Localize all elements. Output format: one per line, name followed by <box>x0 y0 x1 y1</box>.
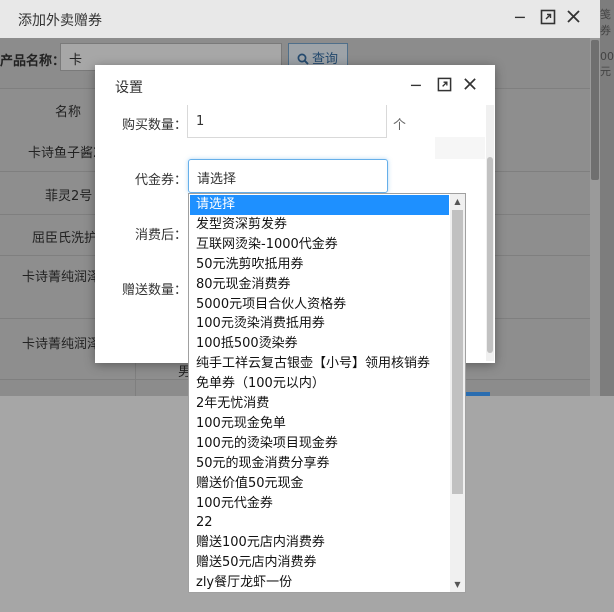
dropdown-option[interactable]: 100元烫染消费抵用券 <box>190 314 449 334</box>
search-icon <box>297 53 309 65</box>
dropdown-option[interactable]: 免单券（100元以内） <box>190 374 449 394</box>
row-name: 卡诗鱼子酱2 <box>28 146 102 161</box>
quantity-unit: 个 <box>393 118 407 133</box>
voucher-select[interactable]: 请选择 <box>188 159 388 193</box>
scroll-down-icon[interactable]: ▼ <box>450 577 465 592</box>
dropdown-option[interactable]: zly餐厅龙虾一份 <box>190 573 449 592</box>
quantity-label: 购买数量： <box>121 118 187 133</box>
dropdown-option[interactable]: 赠送价值50元现金 <box>190 474 449 494</box>
dropdown-option[interactable]: 100元代金券 <box>190 494 449 514</box>
edge-text-mid: 00元 <box>600 50 614 78</box>
row-name: 屈臣氏洗护 <box>32 231 98 246</box>
dialog-minimize-icon[interactable]: ─ <box>411 77 421 95</box>
outer-scrollbar[interactable] <box>590 38 600 396</box>
maximize-icon[interactable] <box>540 9 556 29</box>
dropdown-scrollbar[interactable]: ▲ ▼ <box>450 194 465 592</box>
dropdown-option[interactable]: 赠送100元店内消费券 <box>190 533 449 553</box>
edge-text-top: 笺券 <box>600 8 611 37</box>
dropdown-option[interactable]: 80元现金消费券 <box>190 275 449 295</box>
scroll-up-icon[interactable]: ▲ <box>450 194 465 209</box>
dialog-title: 设置 <box>115 80 143 96</box>
product-name-label: 产品名称： <box>0 54 66 69</box>
outer-title-bar: 添加外卖赠券 ─ <box>0 0 600 38</box>
dialog-close-icon[interactable] <box>463 77 477 95</box>
minimize-icon[interactable]: ─ <box>515 9 525 27</box>
dropdown-option[interactable]: 赠送50元店内消费券 <box>190 553 449 573</box>
dropdown-option[interactable]: 纯手工祥云复古银壶【小号】领用核销券 <box>190 354 449 374</box>
close-icon[interactable] <box>566 9 581 28</box>
dropdown-option[interactable]: 100元现金免单 <box>190 414 449 434</box>
dropdown-option[interactable]: 50元的现金消费分享券 <box>190 454 449 474</box>
background-window-edge: 笺券 00元 <box>600 0 614 396</box>
dropdown-option[interactable]: 100抵500烫染券 <box>190 334 449 354</box>
column-name-header: 名称 <box>55 105 82 120</box>
dropdown-option[interactable]: 请选择 <box>190 195 449 215</box>
row-name: 卡诗菁纯润泽 <box>22 337 101 352</box>
row-name: 卡诗菁纯润泽 <box>22 270 101 285</box>
dialog-scrollbar-thumb[interactable] <box>487 157 493 353</box>
dropdown-option[interactable]: 5000元项目合伙人资格券 <box>190 295 449 315</box>
dropdown-scrollbar-thumb[interactable] <box>452 210 463 494</box>
row-name: 菲灵2号 <box>45 189 93 204</box>
outer-scrollbar-thumb[interactable] <box>591 40 599 180</box>
dialog-maximize-icon[interactable] <box>437 77 452 96</box>
dropdown-option[interactable]: 互联网烫染-1000代金券 <box>190 235 449 255</box>
dropdown-option[interactable]: 22 <box>190 513 449 533</box>
gift-quantity-label: 赠送数量： <box>121 283 187 298</box>
dropdown-option[interactable]: 发型资深剪发券 <box>190 215 449 235</box>
voucher-dropdown-list[interactable]: 请选择 发型资深剪发券 互联网烫染-1000代金券 50元洗剪吹抵用券 80元现金消费券… <box>188 193 466 593</box>
dropdown-option[interactable]: 100元的烫染项目现金券 <box>190 434 449 454</box>
after-consumption-label: 消费后： <box>134 228 187 243</box>
dropdown-option[interactable]: 50元洗剪吹抵用券 <box>190 255 449 275</box>
quantity-input[interactable]: 1 <box>187 105 387 138</box>
dialog-scrollbar[interactable] <box>486 105 494 361</box>
ghost-block <box>435 137 485 159</box>
outer-window-title: 添加外卖赠券 <box>18 13 102 29</box>
dropdown-option[interactable]: 2年无忧消费 <box>190 394 449 414</box>
voucher-label: 代金券： <box>134 173 187 188</box>
